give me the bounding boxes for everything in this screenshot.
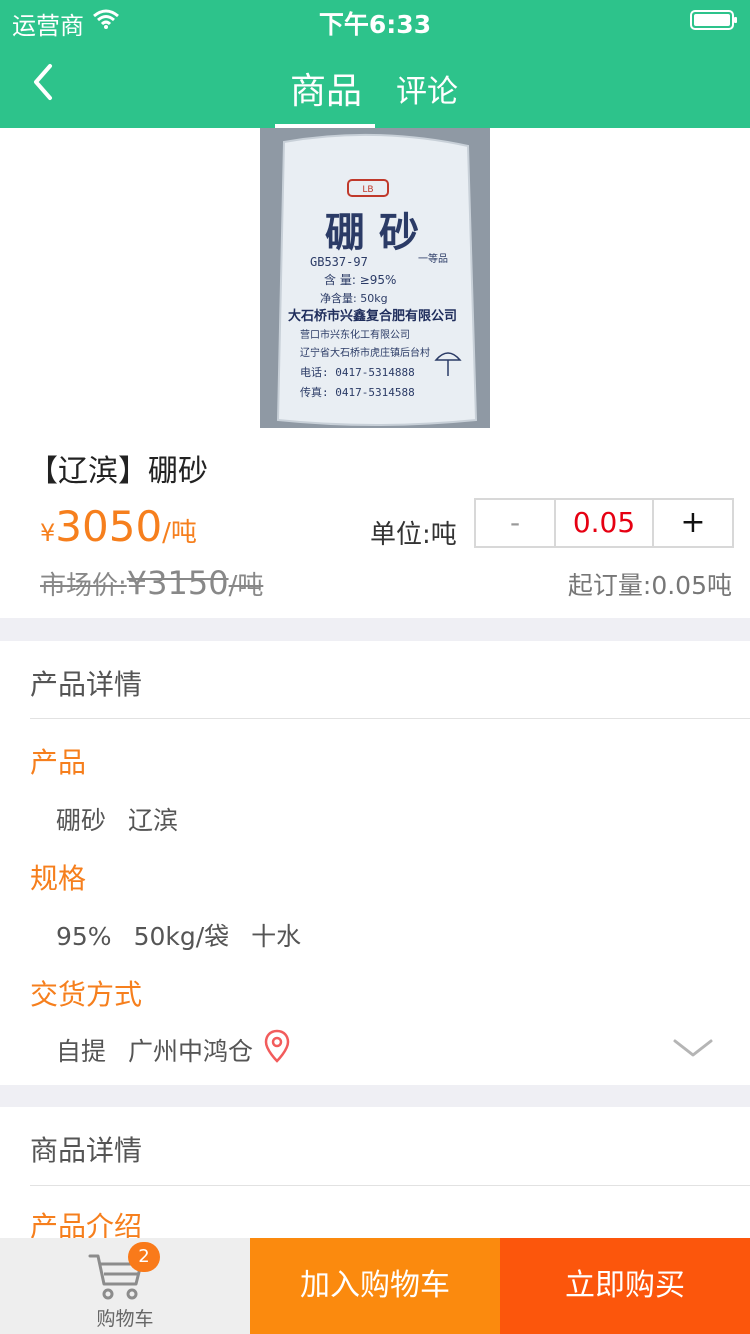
tag-item: 自提	[56, 1037, 107, 1066]
goods-detail-title: 商品详情	[30, 1134, 143, 1167]
cart-count-badge: 2	[128, 1242, 160, 1272]
product-tags: 硼砂 辽滨	[56, 801, 200, 837]
app-header: 运营商 下午6:33 商品 评论	[0, 0, 750, 128]
goods-detail-card: 商品详情 产品介绍	[0, 1107, 750, 1240]
market-price-label: 市场价:	[40, 571, 127, 601]
tag-item: 95%	[56, 922, 112, 951]
product-detail-title: 产品详情	[30, 668, 143, 701]
unit-label: 单位:吨	[370, 520, 457, 550]
back-arrow-icon[interactable]	[28, 60, 60, 104]
svg-text:GB537-97: GB537-97	[310, 255, 368, 269]
tab-goods[interactable]: 商品	[290, 62, 362, 114]
buy-now-button[interactable]: 立即购买	[500, 1238, 750, 1334]
svg-text:电话: 0417-5314888: 电话: 0417-5314888	[300, 366, 415, 379]
svg-text:净含量: 50kg: 净含量: 50kg	[320, 291, 388, 305]
product-name: 【辽滨】硼砂	[28, 454, 208, 489]
nav-bar: 商品 评论	[0, 40, 750, 128]
svg-text:传真: 0417-5314588: 传真: 0417-5314588	[300, 385, 415, 399]
svg-text:LB: LB	[362, 185, 373, 195]
product-detail-card: 产品详情 产品 硼砂 辽滨 规格 95% 50kg/袋 十水 交货方式 自提 广州中鸿仓	[0, 641, 750, 1085]
tag-item: 十水	[251, 922, 302, 951]
price-currency: ¥	[40, 519, 56, 547]
price-value: 3050	[55, 502, 163, 551]
minimum-order: 起订量:0.05吨	[567, 571, 732, 600]
cart-button[interactable]: 2 购物车	[0, 1238, 250, 1334]
borax-bag-illustration: LB 硼 砂 GB537-97 一等品 含 量: ≥95% 净含量: 50kg …	[260, 128, 490, 428]
delivery-heading: 交货方式	[30, 978, 143, 1011]
location-pin-icon[interactable]	[262, 1028, 292, 1064]
status-time: 下午6:33	[318, 10, 432, 39]
market-price-value: ¥3150	[126, 564, 229, 602]
tag-item: 50kg/袋	[133, 922, 230, 951]
product-heading: 产品	[30, 746, 87, 779]
svg-text:营口市兴东化工有限公司: 营口市兴东化工有限公司	[300, 328, 410, 341]
quantity-stepper: - 0.05 +	[474, 498, 734, 548]
cart-label: 购物车	[96, 1308, 154, 1330]
product-price: ¥3050/吨	[40, 502, 197, 551]
chevron-down-icon[interactable]	[672, 1037, 714, 1059]
divider	[30, 1185, 750, 1186]
bottom-action-bar: 2 购物车 加入购物车 立即购买	[0, 1238, 750, 1334]
svg-text:大石桥市兴鑫复合肥有限公司: 大石桥市兴鑫复合肥有限公司	[288, 308, 457, 324]
battery-icon	[690, 10, 737, 30]
quantity-decrease-button[interactable]: -	[476, 500, 556, 546]
product-summary-card: LB 硼 砂 GB537-97 一等品 含 量: ≥95% 净含量: 50kg …	[0, 128, 750, 618]
spec-heading: 规格	[30, 862, 87, 895]
price-unit: /吨	[162, 518, 197, 548]
svg-text:一等品: 一等品	[418, 252, 448, 265]
product-intro-heading: 产品介绍	[30, 1210, 143, 1240]
tag-item: 辽滨	[128, 806, 179, 835]
tab-comments[interactable]: 评论	[396, 66, 458, 111]
market-price: 市场价:¥3150/吨	[40, 564, 263, 602]
spec-tags: 95% 50kg/袋 十水	[56, 917, 323, 953]
svg-text:硼 砂: 硼 砂	[325, 210, 419, 256]
svg-text:含 量: ≥95%: 含 量: ≥95%	[324, 272, 396, 287]
tag-item: 硼砂	[56, 806, 107, 835]
divider	[30, 718, 750, 719]
product-image: LB 硼 砂 GB537-97 一等品 含 量: ≥95% 净含量: 50kg …	[260, 128, 490, 428]
status-bar: 运营商 下午6:33	[0, 0, 750, 40]
delivery-tags: 自提 广州中鸿仓	[56, 1032, 275, 1068]
warehouse-name[interactable]: 广州中鸿仓	[128, 1037, 253, 1066]
add-to-cart-button[interactable]: 加入购物车	[250, 1238, 500, 1334]
market-price-unit: /吨	[228, 571, 264, 601]
quantity-value[interactable]: 0.05	[556, 500, 654, 546]
quantity-increase-button[interactable]: +	[654, 500, 732, 546]
svg-text:辽宁省大石桥市虎庄镇后台村: 辽宁省大石桥市虎庄镇后台村	[300, 346, 430, 359]
